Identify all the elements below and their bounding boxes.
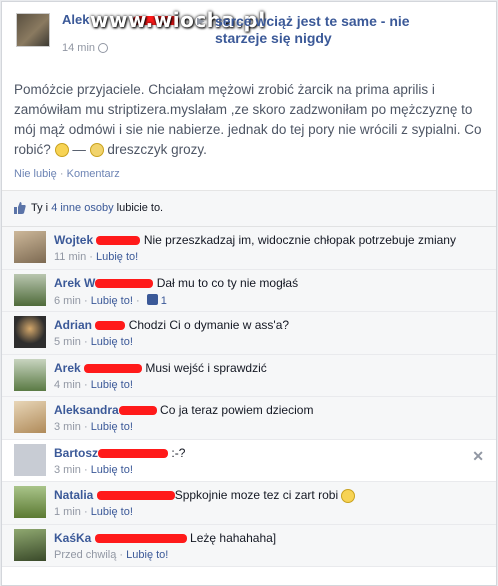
frown-emoji-icon (54, 143, 69, 158)
comment-item: KaśKa Leżę hahahaha] Przed chwilą · Lubi… (2, 524, 496, 567)
redaction-bar (84, 363, 143, 373)
redaction-bar (96, 236, 141, 246)
commenter-name[interactable]: Adrian (54, 318, 92, 332)
commenter-name[interactable]: Wojtek (54, 233, 93, 247)
comment-item: Aleksandra Co ja teraz powiem dzieciom 3… (2, 397, 496, 440)
unlike-link[interactable]: Nie lubię (14, 168, 57, 180)
comment-time[interactable]: 3 min (54, 421, 81, 433)
commenter-avatar[interactable] (14, 358, 46, 391)
comment-like-link[interactable]: Lubię to! (96, 251, 138, 263)
share-arrow-icon: ▶ (197, 16, 205, 27)
comment-time[interactable]: 6 min (54, 295, 81, 307)
comment-item: Bartosz :-? 3 min · Lubię to! ✕ (2, 439, 496, 482)
comment-time[interactable]: 5 min (54, 336, 81, 348)
redaction-bar (118, 406, 157, 416)
globe-icon (98, 43, 109, 54)
comment-text: Nie przeszkadzaj im, widocznie chłopak p… (143, 233, 456, 247)
comment-item: Arek Musi wejść i sprawdzić 4 min · Lubi… (2, 354, 496, 397)
comment-time[interactable]: Przed chwilą (54, 549, 116, 561)
post-timestamp[interactable]: 14 min (62, 42, 109, 54)
like-count-icon (146, 293, 158, 305)
comment-like-link[interactable]: Lubię to! (91, 379, 133, 391)
author-avatar[interactable] (16, 13, 50, 47)
commenter-name[interactable]: Arek (54, 361, 81, 375)
redaction-bar (95, 321, 126, 331)
commenter-name[interactable]: Aleksandra (54, 403, 119, 417)
comment-time[interactable]: 1 min (54, 506, 81, 518)
post-header: Alek www.wiocha.pl ▶ serce wciąż jest te… (2, 2, 496, 60)
comment-text: Chodzi Ci o dymanie w ass'a? (128, 318, 290, 332)
scream-emoji-icon (89, 143, 104, 158)
likes-summary: Ty i 4 inne osoby lubicie to. (2, 191, 496, 227)
default-avatar-icon[interactable] (14, 443, 46, 476)
commenter-avatar[interactable] (14, 401, 46, 433)
comment-text: Dał mu to co ty nie mogłaś (156, 275, 299, 290)
comment-like-link[interactable]: Lubię to! (91, 336, 133, 348)
post-actions: Nie lubię · Komentarz (14, 168, 120, 180)
comment-item: Wojtek Nie przeszkadzaj im, widocznie ch… (2, 227, 496, 270)
likers-link[interactable]: 4 inne osoby (51, 202, 113, 214)
commenter-avatar[interactable] (14, 486, 46, 518)
smile-emoji-icon (341, 488, 356, 503)
comment-like-link[interactable]: Lubię to! (91, 506, 133, 518)
commenter-avatar[interactable] (14, 528, 46, 561)
comment-link[interactable]: Komentarz (67, 168, 120, 180)
comment-list: Wojtek Nie przeszkadzaj im, widocznie ch… (2, 227, 496, 567)
comment-item: Natalia Sppkojnie moze tez ci zart robi … (2, 482, 496, 525)
commenter-avatar[interactable] (14, 231, 46, 263)
post-text: Pomóżcie przyjaciele. Chciałam mężowi zr… (14, 82, 482, 158)
comment-like-link[interactable]: Lubię to! (91, 421, 133, 433)
redaction-bar (96, 491, 175, 501)
commenter-avatar[interactable] (14, 316, 46, 348)
comment-text: Co ja teraz powiem dzieciom (160, 403, 314, 417)
close-icon[interactable]: ✕ (472, 448, 484, 465)
comment-time[interactable]: 4 min (54, 379, 81, 391)
shared-title-link[interactable]: serce wciąż jest te same - nie starzeje … (215, 13, 445, 47)
comment-like-link[interactable]: Lubię to! (91, 295, 133, 307)
comment-item: Arek W Dał mu to co ty nie mogłaś 6 min … (2, 269, 496, 312)
redaction-bar (98, 448, 169, 458)
commenter-name[interactable]: KaśKa (54, 531, 91, 545)
comment-time[interactable]: 3 min (54, 464, 81, 476)
commenter-avatar[interactable] (14, 273, 46, 306)
comment-text: Sppkojnie moze tez ci zart robi (174, 488, 339, 502)
comment-like-link[interactable]: Lubię to! (126, 549, 168, 561)
comment-text: :-? (171, 445, 186, 460)
comment-like-link[interactable]: Lubię to! (91, 464, 133, 476)
comment-text: Leżę hahahaha] (190, 530, 277, 545)
commenter-name[interactable]: Bartosz (54, 446, 98, 460)
likes-text: Ty i 4 inne osoby lubicie to. (31, 202, 164, 214)
thumbs-up-icon (14, 202, 26, 214)
commenter-name[interactable]: Arek W (54, 276, 95, 290)
separator: · (59, 168, 67, 180)
comment-like-count[interactable]: 1 (161, 295, 167, 307)
comment-item: Adrian Chodzi Ci o dymanie w ass'a? 5 mi… (2, 312, 496, 355)
redaction-bar (95, 278, 154, 288)
commenter-name[interactable]: Natalia (54, 488, 93, 502)
comment-text: Musi wejść i sprawdzić (145, 360, 267, 375)
facebook-post-card: Alek www.wiocha.pl ▶ serce wciąż jest te… (1, 1, 497, 586)
redaction-bar (94, 533, 187, 543)
comment-time[interactable]: 11 min (54, 251, 86, 263)
